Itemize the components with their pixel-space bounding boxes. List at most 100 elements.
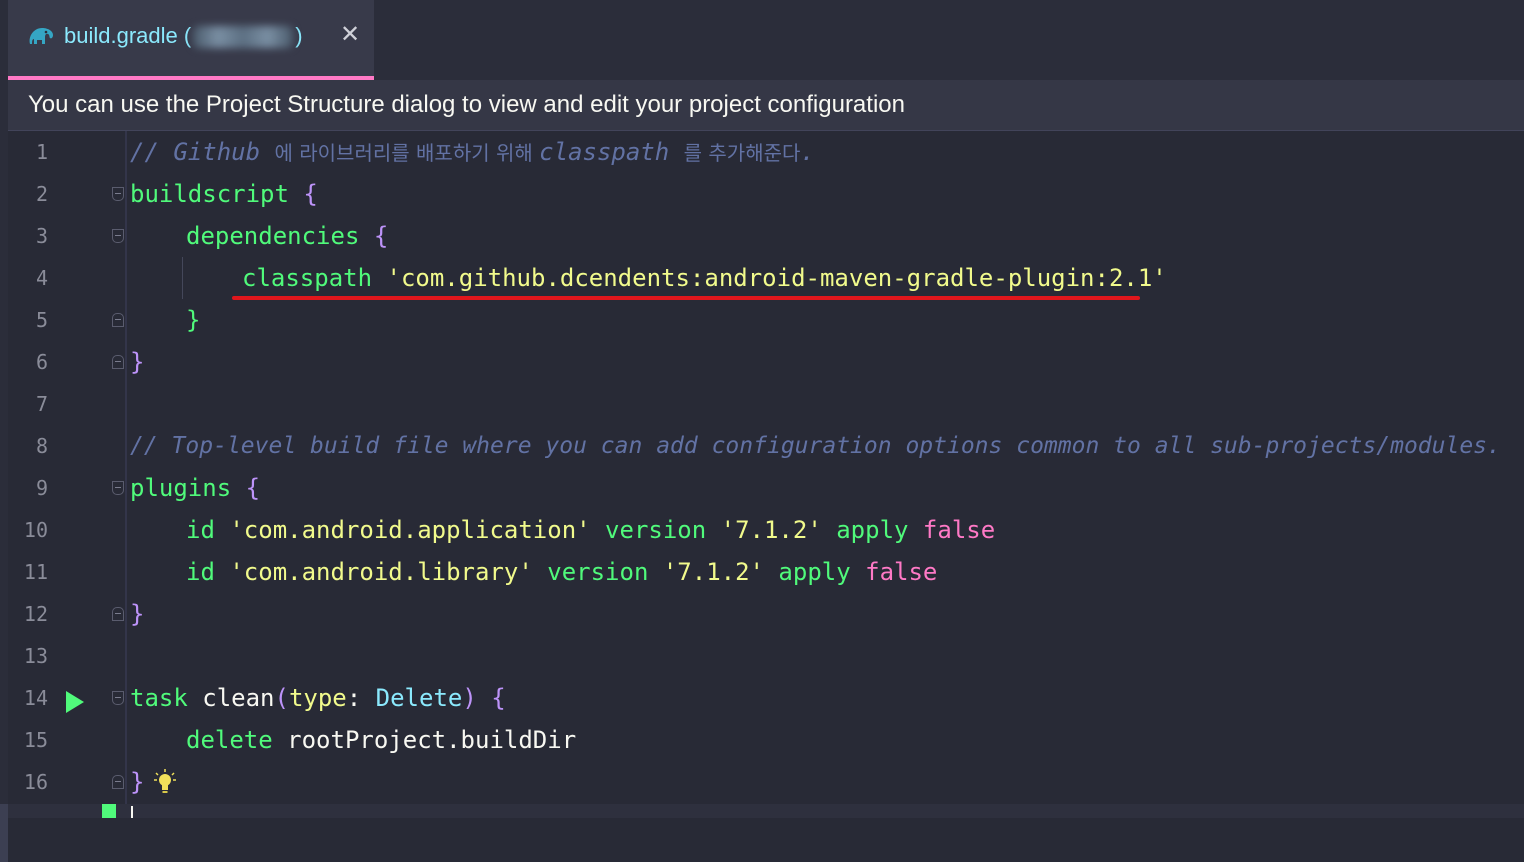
- brace: }: [130, 600, 145, 628]
- line-number: 7: [35, 392, 48, 416]
- parameter: type: [288, 684, 347, 712]
- code-line: 4 classpath 'com.github.dcendents:androi…: [8, 257, 1524, 299]
- code-line: 2 buildscript {: [8, 173, 1524, 215]
- brace: {: [288, 180, 318, 208]
- comment: 를 추가해준다: [683, 141, 801, 165]
- redacted-text: [193, 26, 294, 49]
- colon: :: [346, 684, 376, 712]
- brace: {: [231, 474, 261, 502]
- code-text: buildscript {: [130, 180, 318, 208]
- editor-tab-bar: build.gradle () ✕: [0, 0, 1524, 81]
- change-marker: [102, 804, 116, 818]
- left-tool-strip: [0, 80, 8, 862]
- keyword: version: [532, 558, 649, 586]
- code-text: }: [130, 600, 144, 628]
- keyword: classpath: [242, 264, 373, 292]
- fold-icon[interactable]: [112, 355, 124, 369]
- keyword: buildscript: [130, 180, 289, 208]
- line-number: 2: [35, 182, 48, 206]
- text-caret: [131, 806, 133, 818]
- string: 'com.github.dcendents:android-maven-grad…: [372, 264, 1167, 292]
- code-line: 9 plugins {: [8, 467, 1524, 509]
- code-text: id 'com.android.library' version '7.1.2'…: [186, 558, 937, 586]
- code-text: }: [130, 348, 144, 376]
- code-text: task clean(type: Delete) {: [130, 684, 506, 712]
- string: 'com.android.application': [214, 516, 591, 544]
- code-line: 11 id 'com.android.library' version '7.1…: [8, 551, 1524, 593]
- boolean: false: [908, 516, 996, 544]
- keyword: version: [590, 516, 707, 544]
- keyword: delete: [186, 726, 273, 754]
- line-number: 14: [23, 686, 48, 710]
- line-number: 1: [35, 140, 48, 164]
- code-line: 14 task clean(type: Delete) {: [8, 677, 1524, 719]
- boolean: false: [850, 558, 938, 586]
- run-icon[interactable]: [66, 691, 84, 713]
- next-line-row: [8, 804, 1524, 818]
- keyword: plugins: [130, 474, 232, 502]
- fold-icon[interactable]: [112, 691, 124, 705]
- code-text: classpath 'com.github.dcendents:android-…: [242, 264, 1167, 292]
- identifier: rootProject.buildDir: [272, 726, 577, 754]
- keyword: apply: [763, 558, 851, 586]
- comment: 에 라이브러리를 배포하기 위해: [274, 141, 540, 165]
- code-text: id 'com.android.application' version '7.…: [186, 516, 995, 544]
- fold-icon[interactable]: [112, 187, 124, 201]
- string: '7.1.2': [706, 516, 822, 544]
- code-text: plugins {: [130, 474, 260, 502]
- line-number: 15: [23, 728, 48, 752]
- line-number: 3: [35, 224, 48, 248]
- tab-title-prefix: build.gradle (: [64, 23, 192, 48]
- close-icon[interactable]: ✕: [340, 20, 360, 48]
- tab-build-gradle[interactable]: build.gradle () ✕: [8, 0, 374, 80]
- code-text: // Top-level build file where you can ad…: [130, 432, 1501, 460]
- line-number: 5: [35, 308, 48, 332]
- brace: {: [359, 222, 389, 250]
- line-number: 6: [35, 350, 48, 374]
- code-line: 8 // Top-level build file where you can …: [8, 425, 1524, 467]
- fold-icon[interactable]: [112, 481, 124, 495]
- code-line: 7: [8, 383, 1524, 425]
- code-line: 15 delete rootProject.buildDir: [8, 719, 1524, 761]
- highlight-underline: [232, 296, 1140, 300]
- code-line: 5 }: [8, 299, 1524, 341]
- line-number: 12: [23, 602, 48, 626]
- keyword: task: [130, 684, 188, 712]
- identifier: clean: [187, 684, 275, 712]
- tab-title: build.gradle (): [64, 23, 303, 49]
- fold-icon[interactable]: [112, 607, 124, 621]
- code-text: }: [186, 306, 200, 334]
- brace: }: [186, 306, 201, 334]
- code-editor[interactable]: 1 // Github 에 라이브러리를 배포하기 위해 classpath 를…: [8, 131, 1524, 818]
- info-banner: You can use the Project Structure dialog…: [8, 80, 1524, 131]
- comment: // Top-level build file where you can ad…: [130, 433, 1501, 459]
- code-text: // Github 에 라이브러리를 배포하기 위해 classpath 를 추…: [130, 138, 815, 167]
- gradle-elephant-icon: [29, 28, 53, 44]
- banner-text: You can use the Project Structure dialog…: [28, 91, 905, 118]
- line-number: 16: [23, 770, 48, 794]
- fold-icon[interactable]: [112, 313, 124, 327]
- keyword: dependencies: [186, 222, 360, 250]
- line-number: 10: [23, 518, 48, 542]
- fold-icon[interactable]: [112, 775, 124, 789]
- keyword: apply: [821, 516, 909, 544]
- tool-strip-marker: [0, 804, 8, 862]
- code-line: 10 id 'com.android.application' version …: [8, 509, 1524, 551]
- keyword: id: [186, 558, 215, 586]
- keyword: id: [186, 516, 215, 544]
- brace: }: [130, 768, 145, 796]
- code-line: 16 }: [8, 761, 1524, 803]
- code-line: 12 }: [8, 593, 1524, 635]
- brace: }: [130, 348, 145, 376]
- line-number: 13: [23, 644, 48, 668]
- code-line: 1 // Github 에 라이브러리를 배포하기 위해 classpath 를…: [8, 131, 1524, 173]
- lightbulb-icon[interactable]: [154, 769, 176, 797]
- string: 'com.android.library': [214, 558, 533, 586]
- line-number: 9: [35, 476, 48, 500]
- comment: .: [800, 138, 815, 166]
- tab-title-suffix: ): [295, 23, 303, 48]
- fold-icon[interactable]: [112, 229, 124, 243]
- type-name: Delete: [375, 684, 463, 712]
- code-line: 13: [8, 635, 1524, 677]
- code-text: }: [130, 768, 144, 796]
